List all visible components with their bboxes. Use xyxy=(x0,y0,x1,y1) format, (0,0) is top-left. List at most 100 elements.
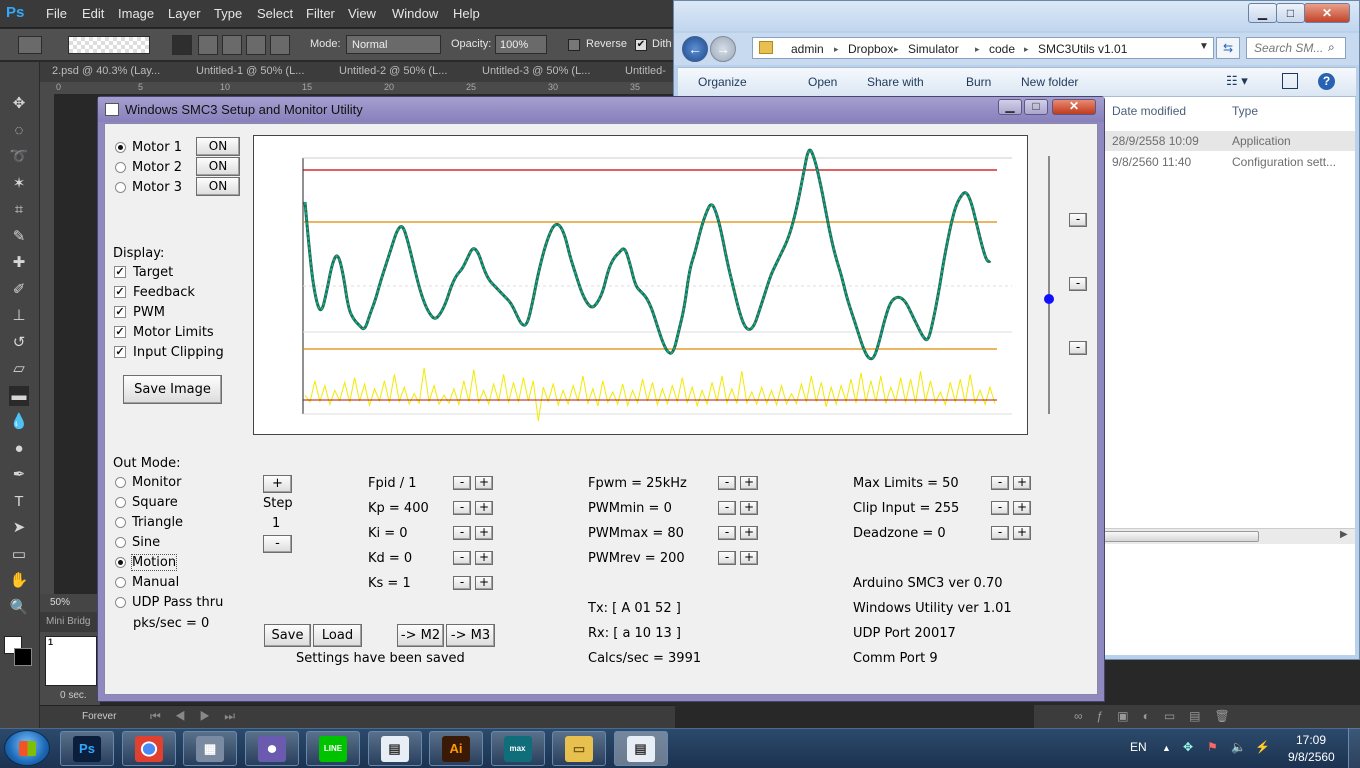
language-indicator[interactable]: EN xyxy=(1130,740,1147,754)
copy-to-m2-button[interactable]: -> M2 xyxy=(397,624,444,647)
taskbar-explorer-app[interactable]: ▭ xyxy=(552,731,606,766)
help-icon[interactable]: ? xyxy=(1318,73,1335,90)
breadcrumb-5[interactable]: SMC3Utils v1.01 xyxy=(1038,42,1127,56)
mode-triangle-radio[interactable] xyxy=(115,517,126,528)
hand-tool-icon[interactable]: ✋ xyxy=(9,571,29,591)
menu-layer[interactable]: Layer xyxy=(168,6,201,21)
show-hidden-icons-icon[interactable]: ▲ xyxy=(1162,743,1171,753)
taskbar-notepad-app[interactable]: ▤ xyxy=(367,731,422,766)
mode-monitor-radio[interactable] xyxy=(115,477,126,488)
clock-date[interactable]: 9/8/2560 xyxy=(1288,750,1335,764)
slider-up-button[interactable]: - xyxy=(1069,213,1087,227)
chevron-down-icon[interactable]: ▼ xyxy=(1199,41,1209,52)
taskbar-calculator-app[interactable]: ▦ xyxy=(183,731,237,766)
command-organize[interactable]: Organize xyxy=(698,75,747,89)
clock-time[interactable]: 17:09 xyxy=(1296,733,1326,747)
pwm-minus-button-4[interactable]: - xyxy=(718,551,736,565)
minimize-button[interactable]: ▁ xyxy=(998,99,1022,115)
pid-minus-button-5[interactable]: - xyxy=(453,576,471,590)
mode-udp-pass-thru-radio[interactable] xyxy=(115,597,126,608)
command-share-with[interactable]: Share with xyxy=(867,75,924,89)
limit-plus-button-1[interactable]: + xyxy=(1013,476,1031,490)
forward-arrow-icon[interactable]: → xyxy=(710,36,736,62)
pid-plus-button-4[interactable]: + xyxy=(475,551,493,565)
taskbar-chrome-app[interactable] xyxy=(121,731,176,766)
type-tool-icon[interactable]: T xyxy=(9,492,29,512)
playback-controls-icon[interactable]: ⏮◀▶⏭ xyxy=(150,709,249,724)
limit-plus-button-3[interactable]: + xyxy=(1013,526,1031,540)
refresh-icon[interactable]: ⇆ xyxy=(1216,37,1240,59)
column-type[interactable]: Type xyxy=(1232,104,1258,118)
eyedropper-icon[interactable]: ✎ xyxy=(9,227,29,247)
motor-2-radio[interactable] xyxy=(115,162,126,173)
diamond-gradient-button[interactable] xyxy=(270,35,290,55)
mode-motion-radio[interactable] xyxy=(115,557,126,568)
load-button[interactable]: Load xyxy=(313,624,362,647)
menu-help[interactable]: Help xyxy=(453,6,480,21)
pwm-plus-button-4[interactable]: + xyxy=(740,551,758,565)
menu-type[interactable]: Type xyxy=(214,6,242,21)
zoom-tool-icon[interactable]: 🔍 xyxy=(9,598,29,618)
document-tab[interactable]: Untitled-2 @ 50% (L... xyxy=(339,65,447,77)
menu-view[interactable]: View xyxy=(348,6,376,21)
display-motor-limits-checkbox[interactable]: ✓ xyxy=(114,326,126,338)
preview-pane-icon[interactable] xyxy=(1282,73,1298,89)
breadcrumb-separator-icon[interactable]: ▸ xyxy=(894,44,899,55)
pwm-plus-button-2[interactable]: + xyxy=(740,501,758,515)
mode-select[interactable]: Normal xyxy=(346,35,441,54)
scroll-right-arrow-icon[interactable]: ▶ xyxy=(1340,529,1348,540)
marquee-tool-icon[interactable]: ◌ xyxy=(9,121,29,141)
breadcrumb-4[interactable]: code xyxy=(989,42,1015,56)
start-button[interactable] xyxy=(4,730,50,766)
view-options-icon[interactable]: ☷ ▾ xyxy=(1226,73,1248,89)
breadcrumb-separator-icon[interactable]: ▸ xyxy=(834,44,839,55)
menu-image[interactable]: Image xyxy=(118,6,154,21)
document-tab[interactable]: Untitled- xyxy=(625,65,666,77)
menu-edit[interactable]: Edit xyxy=(82,6,104,21)
angle-gradient-button[interactable] xyxy=(222,35,242,55)
slider-knob[interactable] xyxy=(1044,294,1054,304)
file-row[interactable]: 9/8/2560 11:40 Configuration sett... xyxy=(1102,152,1355,172)
pwm-plus-button-1[interactable]: + xyxy=(740,476,758,490)
pid-plus-button-1[interactable]: + xyxy=(475,476,493,490)
pid-minus-button-3[interactable]: - xyxy=(453,526,471,540)
minimize-button[interactable]: ▁ xyxy=(1248,3,1277,23)
menu-select[interactable]: Select xyxy=(257,6,293,21)
show-desktop-button[interactable] xyxy=(1348,728,1360,768)
maximize-button[interactable]: □ xyxy=(1024,99,1048,115)
pen-tool-icon[interactable]: ✒ xyxy=(9,465,29,485)
taskbar-line-app[interactable]: LINE xyxy=(306,731,360,766)
move-tool-icon[interactable]: ✥ xyxy=(9,94,29,114)
horizontal-scrollbar[interactable]: ▶ xyxy=(1102,528,1355,544)
save-image-button[interactable]: Save Image xyxy=(123,375,222,404)
display-input-clipping-checkbox[interactable]: ✓ xyxy=(114,346,126,358)
step-minus-button[interactable]: - xyxy=(263,535,292,553)
taskbar-bittorrent-app[interactable] xyxy=(244,731,299,766)
frame-thumbnail[interactable]: 1 xyxy=(45,636,97,686)
slider-down-button[interactable]: - xyxy=(1069,341,1087,355)
breadcrumb-separator-icon[interactable]: ▸ xyxy=(1024,44,1029,55)
column-date-modified[interactable]: Date modified xyxy=(1112,104,1186,118)
limit-minus-button-2[interactable]: - xyxy=(991,501,1009,515)
stamp-tool-icon[interactable]: ⊥ xyxy=(9,306,29,326)
address-bar[interactable]: admin ▸ Dropbox ▸ Simulator ▸ code ▸ SMC3Utils v… xyxy=(752,37,1214,59)
pwm-minus-button-1[interactable]: - xyxy=(718,476,736,490)
save-button[interactable]: Save xyxy=(264,624,311,647)
pid-minus-button-2[interactable]: - xyxy=(453,501,471,515)
motor-3-on-button[interactable]: ON xyxy=(196,177,240,196)
loop-select[interactable]: Forever xyxy=(82,711,116,722)
motor-1-radio[interactable] xyxy=(115,142,126,153)
pid-minus-button-1[interactable]: - xyxy=(453,476,471,490)
taskbar-photoshop-app[interactable]: Ps xyxy=(60,731,114,766)
eraser-tool-icon[interactable]: ▱ xyxy=(9,359,29,379)
gradient-picker[interactable] xyxy=(68,36,150,54)
zoom-status[interactable]: 50% xyxy=(40,594,100,612)
taskbar-smc3-app[interactable]: ▤ xyxy=(613,731,668,766)
limit-minus-button-1[interactable]: - xyxy=(991,476,1009,490)
target-slider[interactable] xyxy=(1040,156,1060,416)
background-color-swatch[interactable] xyxy=(14,648,32,666)
motor-3-radio[interactable] xyxy=(115,182,126,193)
close-button[interactable]: ✕ xyxy=(1052,99,1096,115)
path-select-icon[interactable]: ➤ xyxy=(9,518,29,538)
limit-plus-button-2[interactable]: + xyxy=(1013,501,1031,515)
